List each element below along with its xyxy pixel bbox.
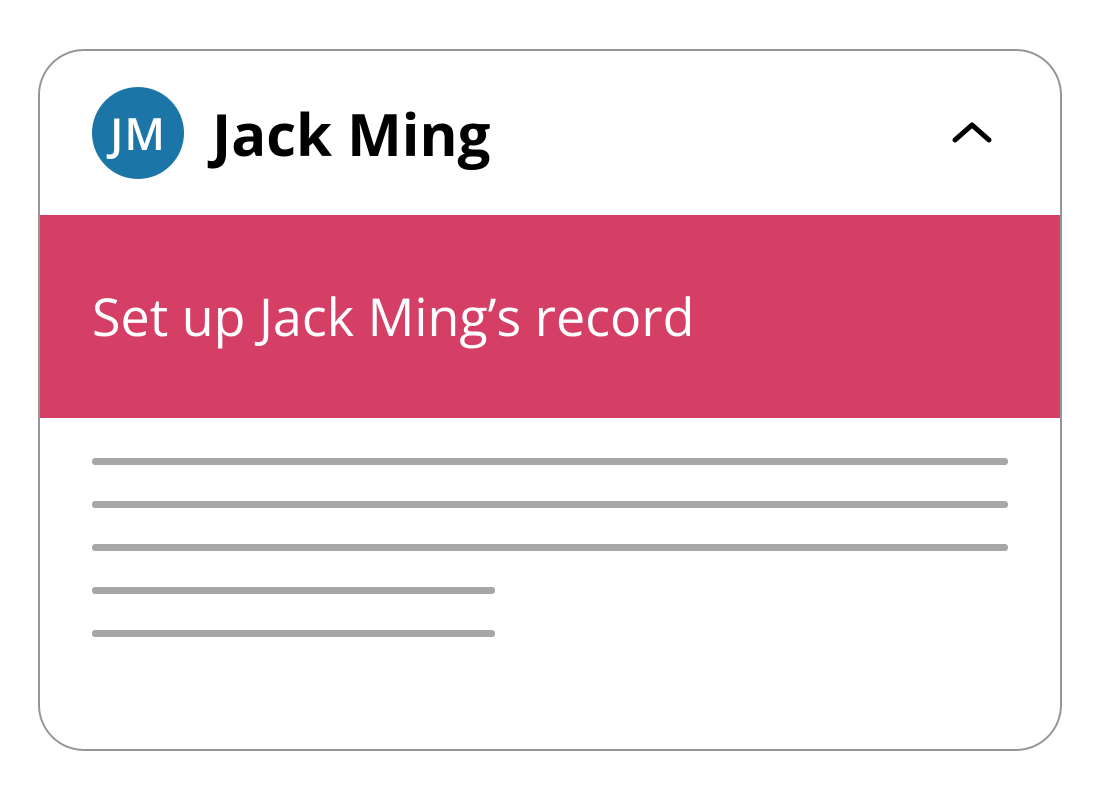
placeholder-line bbox=[92, 501, 1008, 508]
avatar-initials: JM bbox=[110, 103, 166, 163]
avatar: JM bbox=[92, 87, 184, 179]
card-header: JM Jack Ming bbox=[40, 51, 1060, 215]
record-card: JM Jack Ming Set up Jack Ming’s record bbox=[38, 49, 1062, 751]
collapse-button[interactable] bbox=[948, 109, 996, 157]
content-placeholder bbox=[40, 418, 1060, 637]
placeholder-line bbox=[92, 587, 495, 594]
placeholder-line bbox=[92, 630, 495, 637]
setup-banner[interactable]: Set up Jack Ming’s record bbox=[40, 215, 1060, 418]
setup-banner-title: Set up Jack Ming’s record bbox=[92, 281, 1008, 352]
placeholder-line bbox=[92, 544, 1008, 551]
placeholder-line bbox=[92, 458, 1008, 465]
person-name: Jack Ming bbox=[212, 94, 920, 173]
chevron-up-icon bbox=[951, 120, 993, 146]
